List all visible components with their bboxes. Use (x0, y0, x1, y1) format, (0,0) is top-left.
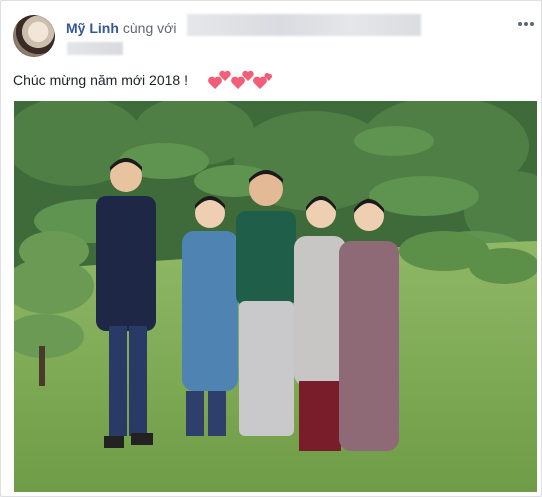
timestamp-blurred (67, 42, 123, 55)
post-card: Mỹ Linh cùng với Chúc mừng năm mới 2018 ! (0, 0, 542, 497)
ellipsis-icon (518, 22, 534, 26)
tagged-friends-blurred (187, 14, 421, 36)
heart-emoji-icon (208, 69, 273, 91)
more-options-button[interactable] (516, 15, 536, 33)
post-photo[interactable] (14, 101, 537, 492)
post-header: Mỹ Linh cùng với (66, 19, 176, 37)
author-name-link[interactable]: Mỹ Linh (66, 20, 119, 36)
post-status-text: Chúc mừng năm mới 2018 ! (13, 72, 188, 88)
with-text: cùng với (122, 20, 177, 36)
author-avatar[interactable] (13, 15, 55, 57)
